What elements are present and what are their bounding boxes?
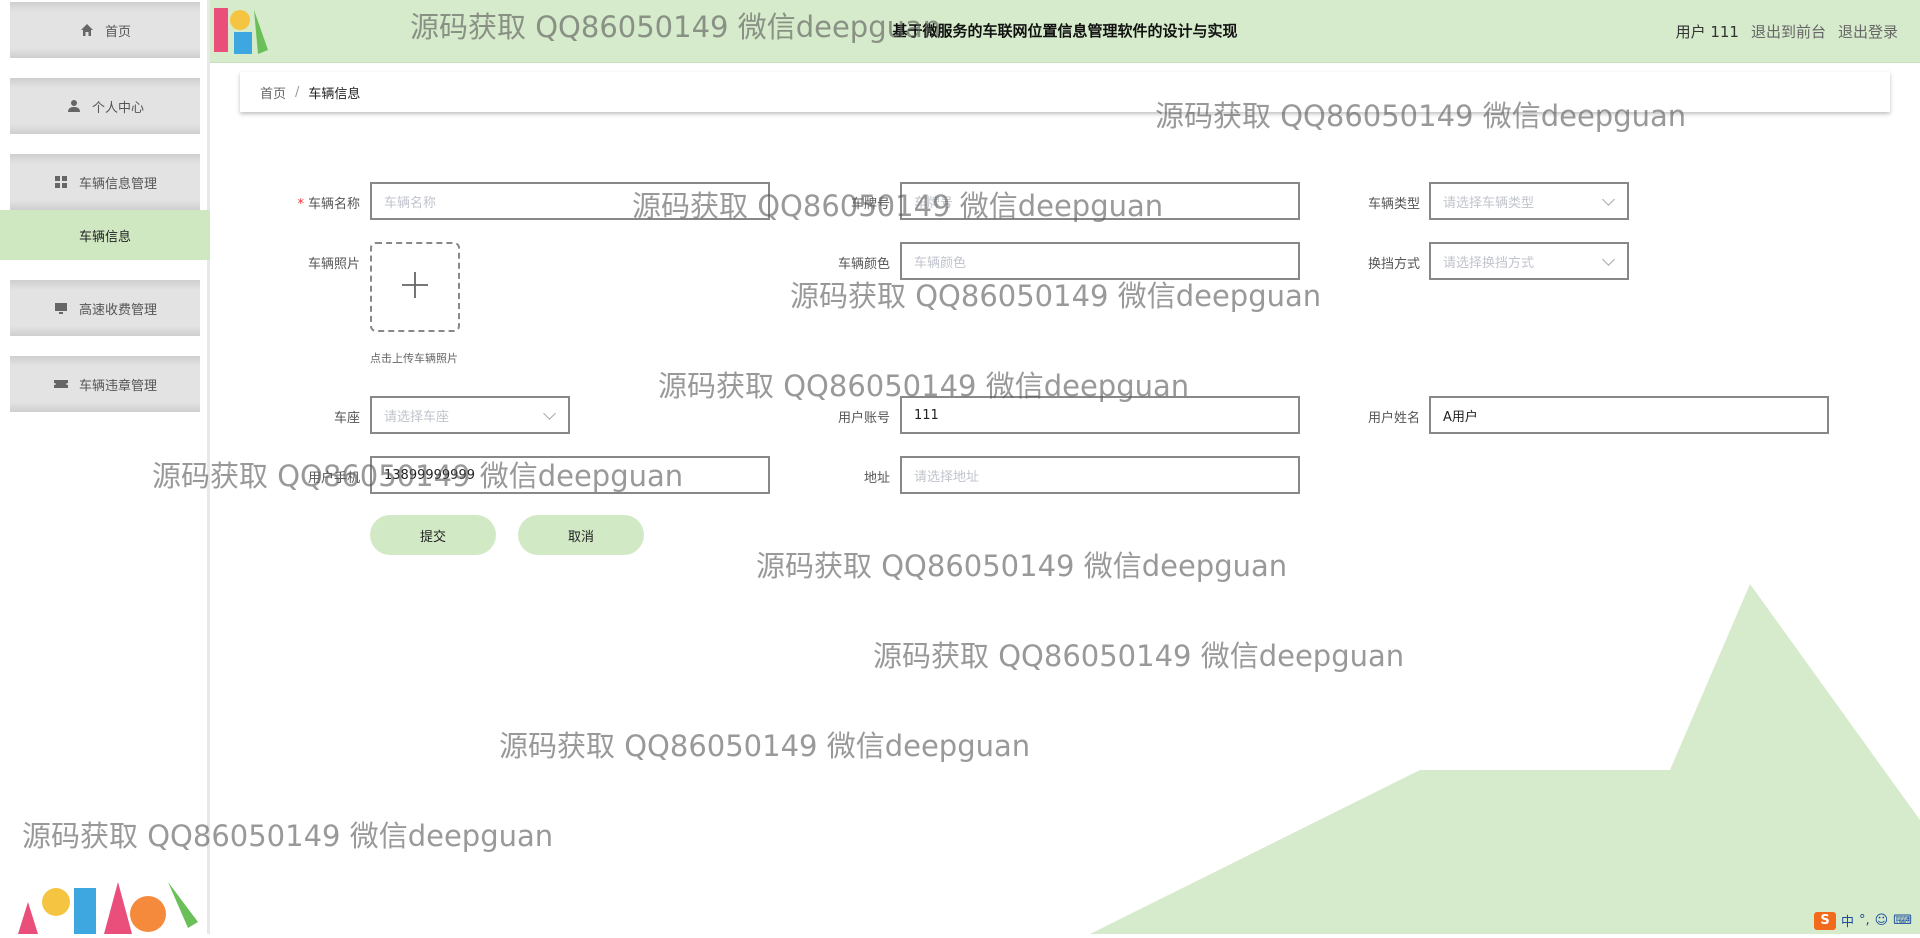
sidebar-item-label: 车辆违章管理 bbox=[78, 378, 157, 394]
sidebar-item-label: 高速收费管理 bbox=[78, 302, 157, 318]
photo-upload-tip: 点击上传车辆照片 bbox=[370, 352, 458, 365]
sidebar-item-label: 车辆信息管理 bbox=[78, 176, 157, 192]
cancel-button[interactable]: 取消 bbox=[518, 515, 644, 555]
username-label: 用户姓名 bbox=[1367, 411, 1420, 426]
vehicle-type-placeholder: 请选择车辆类型 bbox=[1443, 195, 1535, 211]
gear-placeholder: 请选择换挡方式 bbox=[1443, 255, 1535, 271]
required-mark: * bbox=[297, 197, 304, 212]
plus-icon bbox=[400, 270, 430, 304]
account-input[interactable]: 111 bbox=[900, 396, 1300, 434]
sidebar-item-label: 个人中心 bbox=[91, 100, 144, 116]
vehicle-type-label: 车辆类型 bbox=[1367, 197, 1420, 212]
phone-input[interactable]: 13899999999 bbox=[370, 456, 770, 494]
keyboard-icon[interactable]: ⌨ bbox=[1893, 913, 1912, 928]
home-icon bbox=[79, 22, 95, 38]
watermark: 源码获取 QQ86050149 微信deepguan bbox=[756, 549, 1288, 583]
vehicle-name-label: * 车辆名称 bbox=[297, 197, 360, 212]
seats-select[interactable]: 请选择车座 bbox=[370, 396, 570, 434]
logout-link[interactable]: 退出登录 bbox=[1838, 21, 1898, 42]
plate-placeholder: 车牌号 bbox=[914, 195, 954, 211]
color-placeholder: 车辆颜色 bbox=[914, 255, 967, 271]
sidebar-item-profile[interactable]: 个人中心 bbox=[10, 78, 200, 134]
seats-placeholder: 请选择车座 bbox=[384, 409, 450, 425]
chevron-down-icon bbox=[1602, 253, 1615, 266]
sidebar-item-vehicle-management[interactable]: 车辆信息管理 bbox=[10, 154, 200, 210]
seats-label: 车座 bbox=[333, 411, 360, 426]
breadcrumb: 首页 / 车辆信息 bbox=[240, 72, 1890, 112]
vehicle-name-input[interactable]: 车辆名称 bbox=[370, 182, 770, 220]
gear-select[interactable]: 请选择换挡方式 bbox=[1429, 242, 1629, 280]
address-input[interactable]: 请选择地址 bbox=[900, 456, 1300, 494]
monitor-icon bbox=[53, 300, 69, 316]
sidebar-item-toll-management[interactable]: 高速收费管理 bbox=[10, 280, 200, 336]
decorative-background-shape bbox=[1090, 584, 1920, 934]
back-to-front-link[interactable]: 退出到前台 bbox=[1751, 21, 1826, 42]
color-input[interactable]: 车辆颜色 bbox=[900, 242, 1300, 280]
chevron-down-icon bbox=[1602, 193, 1615, 206]
current-user: 用户 111 bbox=[1675, 23, 1739, 41]
ime-language[interactable]: 中 bbox=[1841, 911, 1854, 930]
phone-value: 13899999999 bbox=[384, 467, 475, 483]
top-header: 基于微服务的车联网位置信息管理软件的设计与实现 用户 111 退出到前台 退出登… bbox=[210, 0, 1920, 63]
username-input[interactable]: A用户 bbox=[1429, 396, 1829, 434]
username-value: A用户 bbox=[1443, 409, 1478, 425]
vehicle-type-select[interactable]: 请选择车辆类型 bbox=[1429, 182, 1629, 220]
sidebar-item-home[interactable]: 首页 bbox=[10, 2, 200, 58]
photo-upload-button[interactable] bbox=[370, 242, 460, 332]
gear-label: 换挡方式 bbox=[1367, 257, 1420, 272]
breadcrumb-home[interactable]: 首页 bbox=[260, 83, 286, 102]
address-label: 地址 bbox=[863, 471, 890, 486]
ime-tray: S 中 °, ☺ ⌨ bbox=[1814, 911, 1912, 930]
sidebar-subitem-vehicle-info[interactable]: 车辆信息 bbox=[0, 210, 210, 260]
sidebar-item-violation-management[interactable]: 车辆违章管理 bbox=[10, 356, 200, 412]
phone-label: 用户手机 bbox=[307, 471, 360, 486]
sidebar-subitem-label: 车辆信息 bbox=[78, 229, 131, 245]
ime-punctuation[interactable]: °, bbox=[1859, 913, 1870, 928]
submit-button[interactable]: 提交 bbox=[370, 515, 496, 555]
color-label: 车辆颜色 bbox=[837, 257, 890, 272]
photo-label: 车辆照片 bbox=[307, 257, 360, 272]
grid-icon bbox=[53, 174, 69, 190]
sogou-ime-icon[interactable]: S bbox=[1814, 911, 1837, 930]
sidebar: 首页 个人中心 车辆信息管理 车辆信息 高速收费管理 车辆违章管理 bbox=[0, 0, 210, 934]
vehicle-name-placeholder: 车辆名称 bbox=[384, 195, 437, 211]
user-icon bbox=[66, 98, 82, 114]
plate-label: 车牌号 bbox=[850, 197, 890, 212]
decorative-illustration bbox=[8, 862, 208, 934]
watermark: 源码获取 QQ86050149 微信deepguan bbox=[499, 729, 1031, 763]
emoji-icon[interactable]: ☺ bbox=[1875, 913, 1889, 928]
sidebar-item-label: 首页 bbox=[104, 24, 131, 40]
breadcrumb-separator: / bbox=[295, 84, 300, 100]
address-placeholder: 请选择地址 bbox=[914, 469, 980, 485]
chevron-down-icon bbox=[543, 407, 556, 420]
user-area: 用户 111 退出到前台 退出登录 bbox=[1676, 21, 1898, 42]
app-title: 基于微服务的车联网位置信息管理软件的设计与实现 bbox=[892, 22, 1238, 40]
account-label: 用户账号 bbox=[837, 411, 890, 426]
plate-input[interactable]: 车牌号 bbox=[900, 182, 1300, 220]
ticket-icon bbox=[53, 376, 69, 392]
breadcrumb-current: 车辆信息 bbox=[308, 86, 361, 102]
account-value: 111 bbox=[914, 407, 939, 423]
